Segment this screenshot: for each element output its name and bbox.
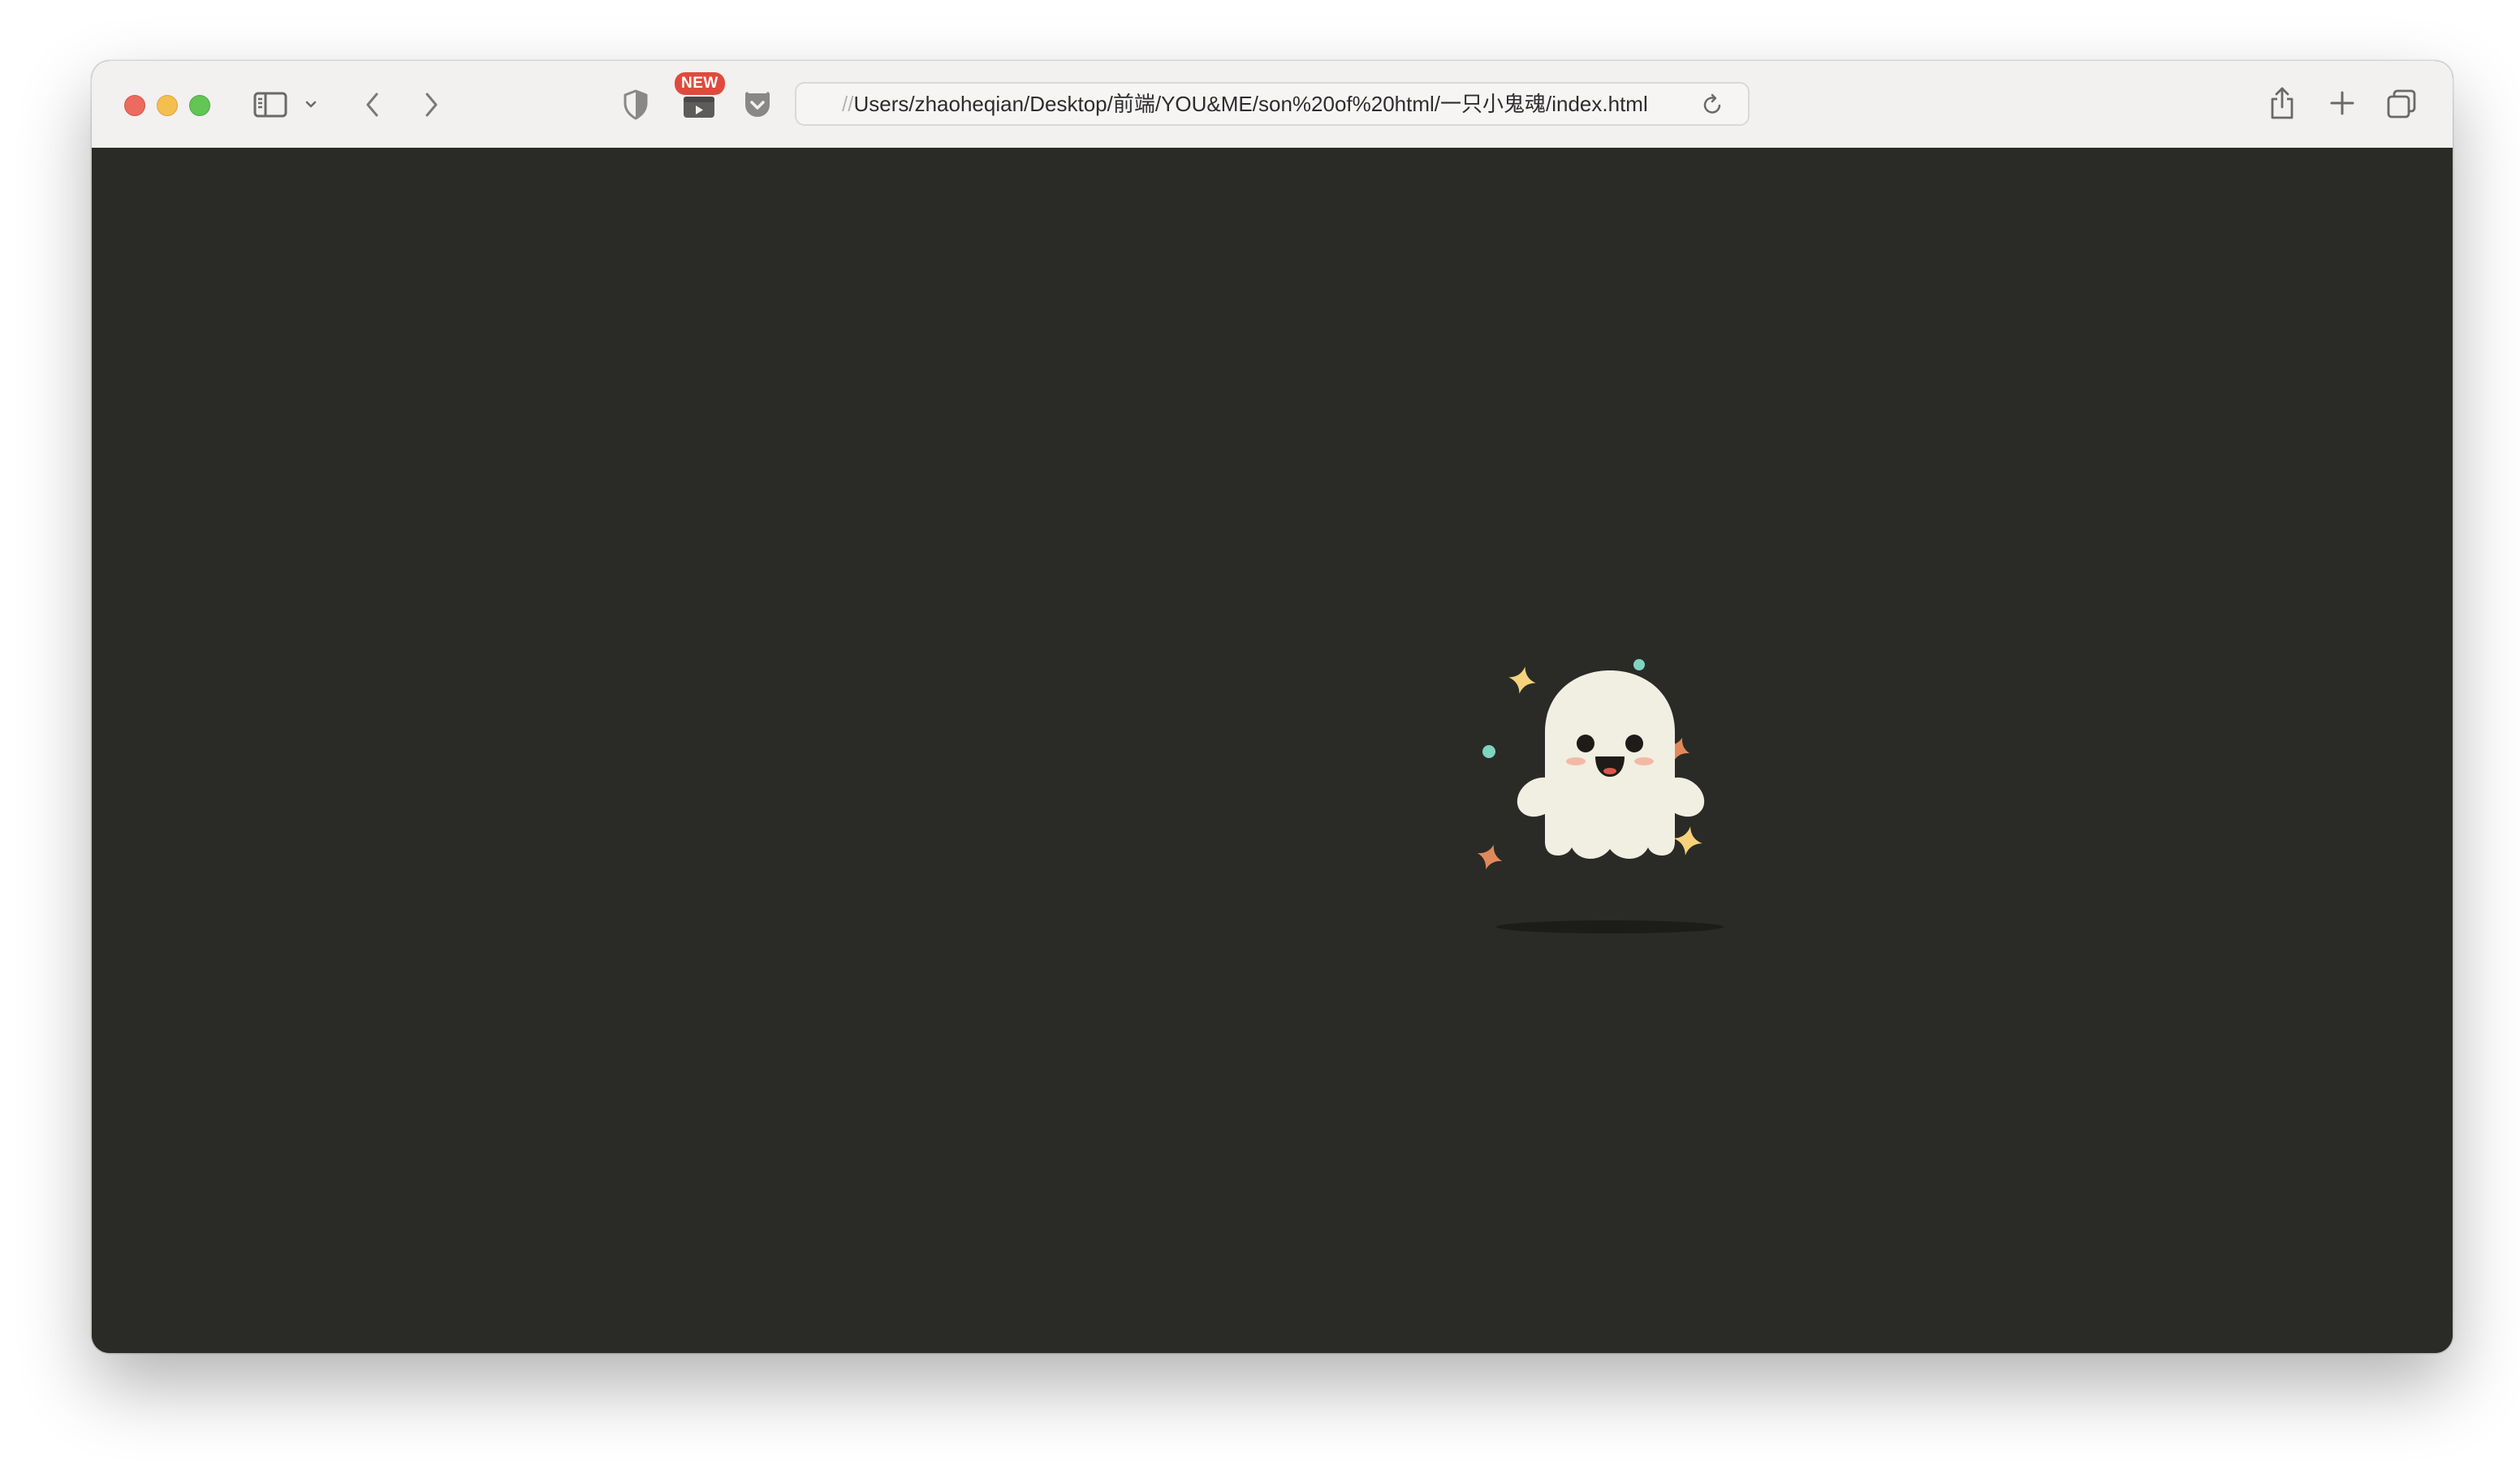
ghost-left-eye [1577, 735, 1594, 752]
ghost-tongue [1603, 768, 1616, 774]
new-badge: NEW [675, 72, 725, 95]
url-prefix: // [842, 92, 854, 116]
shield-icon[interactable] [618, 85, 654, 124]
url-text[interactable]: //Users/zhaoheqian/Desktop/前端/YOU&ME/son… [842, 84, 1648, 124]
chevron-left-icon[interactable] [355, 87, 391, 123]
pocket-icon[interactable] [738, 85, 777, 124]
sparkle-dot [1633, 659, 1645, 670]
tabs-overview-icon[interactable] [2383, 85, 2420, 123]
browser-window: NEW //Users/zhaoheqian/Desktop/前端/YOU&ME… [92, 61, 2453, 1353]
share-icon[interactable] [2264, 82, 2300, 124]
address-bar[interactable]: //Users/zhaoheqian/Desktop/前端/YOU&ME/son… [795, 82, 1750, 126]
sparkle-star-icon [1477, 844, 1503, 870]
ghost-right-eye [1625, 735, 1643, 752]
chevron-right-icon[interactable] [413, 87, 449, 123]
sidebar-icon[interactable] [251, 88, 290, 121]
url-path: Users/zhaoheqian/Desktop/前端/YOU&ME/son%2… [853, 92, 1648, 116]
sparkle-star-icon [1508, 666, 1536, 694]
zoom-window-button[interactable] [189, 95, 210, 116]
browser-toolbar: NEW //Users/zhaoheqian/Desktop/前端/YOU&ME… [92, 61, 2453, 149]
page-content [92, 148, 2453, 1353]
chevron-down-icon[interactable] [300, 93, 322, 116]
sparkle-star-icon [1673, 826, 1702, 855]
close-window-button[interactable] [124, 95, 145, 116]
plus-icon[interactable] [2324, 85, 2360, 121]
ghost-shadow [1496, 920, 1724, 933]
ghost-right-blush [1634, 757, 1654, 765]
sparkle-dot [1482, 745, 1495, 758]
ghost-scene [1472, 651, 1748, 976]
minimize-window-button[interactable] [157, 95, 178, 116]
ghost-left-blush [1566, 757, 1586, 765]
reload-icon[interactable] [1699, 90, 1727, 118]
